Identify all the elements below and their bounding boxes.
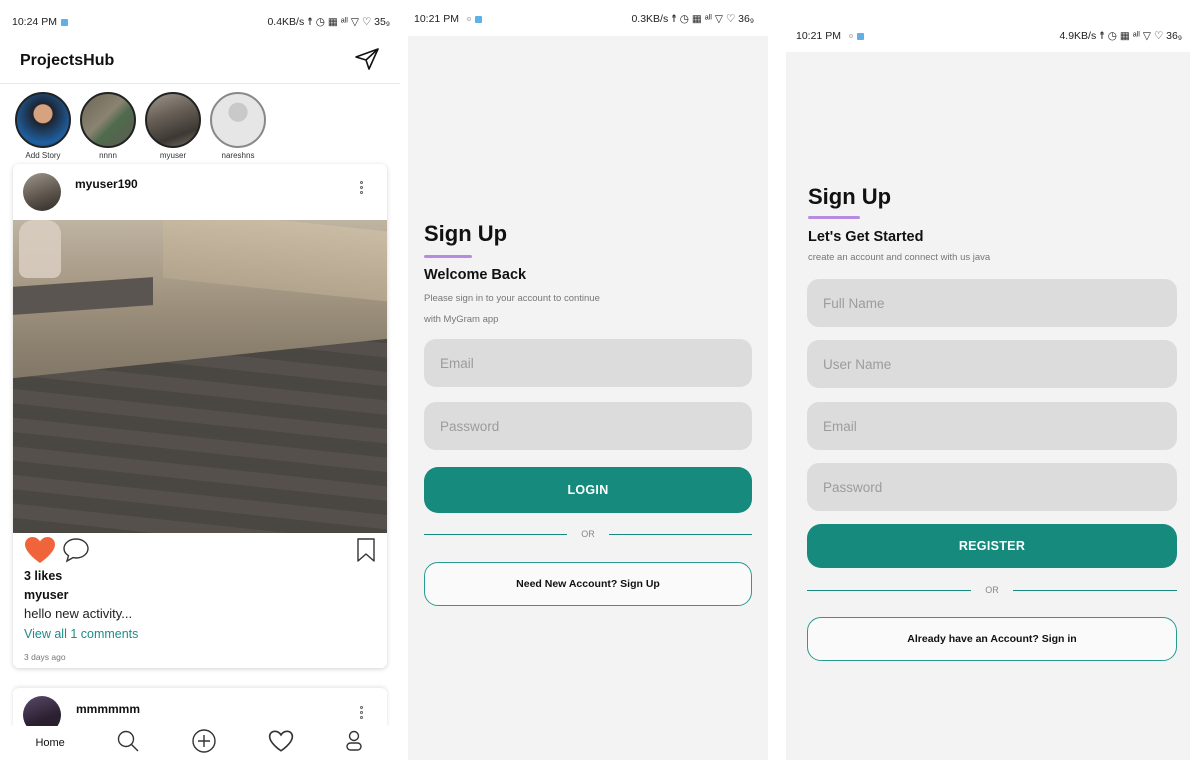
avatar[interactable] bbox=[23, 696, 61, 728]
avatar[interactable] bbox=[23, 173, 61, 211]
profile-icon[interactable] bbox=[344, 729, 364, 758]
story-item[interactable]: nnnn bbox=[79, 92, 137, 160]
avatar bbox=[210, 92, 266, 148]
title-underline bbox=[424, 255, 472, 258]
stories-row: Add Story nnnn myuser nareshns bbox=[14, 92, 267, 160]
post-header: myuser190 bbox=[13, 164, 387, 220]
caption-text: hello new activity... bbox=[24, 606, 133, 621]
password-field[interactable]: Password bbox=[807, 463, 1177, 511]
post-image[interactable] bbox=[13, 220, 387, 533]
status-time: 10:21 PM bbox=[414, 13, 482, 25]
story-label: nareshns bbox=[221, 151, 255, 160]
search-icon[interactable] bbox=[116, 729, 140, 758]
bookmark-icon[interactable] bbox=[356, 537, 376, 568]
story-label: myuser bbox=[159, 151, 187, 160]
or-divider: OR bbox=[807, 583, 1177, 597]
welcome-heading: Welcome Back bbox=[424, 267, 527, 283]
or-divider: OR bbox=[424, 527, 752, 541]
avatar bbox=[15, 92, 71, 148]
comment-icon[interactable] bbox=[62, 537, 90, 568]
app-header: ProjectsHub bbox=[20, 44, 380, 78]
get-started-heading: Let's Get Started bbox=[808, 229, 924, 245]
login-screen: 10:21 PM 0.3KB/s ☨ ◷ ▦ ᵃˡˡ ▽ ♡ 36₉ Sign … bbox=[408, 0, 768, 760]
story-item[interactable]: nareshns bbox=[209, 92, 267, 160]
story-add[interactable]: Add Story bbox=[14, 92, 72, 160]
favorite-icon[interactable] bbox=[268, 729, 294, 758]
email-field[interactable]: Email bbox=[424, 339, 752, 387]
get-started-description: create an account and connect with us ja… bbox=[808, 252, 991, 263]
heart-icon[interactable] bbox=[24, 536, 56, 569]
story-label: Add Story bbox=[25, 151, 61, 160]
register-screen: 10:21 PM 4.9KB/s ☨ ◷ ▦ ᵃˡˡ ▽ ♡ 36₉ Sign … bbox=[786, 0, 1190, 760]
status-bar: 10:24 PM 0.4KB/s ☨ ◷ ▦ ᵃˡˡ ▽ ♡ 35₉ bbox=[0, 13, 400, 31]
likes-count[interactable]: 3 likes bbox=[24, 569, 62, 583]
add-icon[interactable] bbox=[191, 728, 217, 759]
avatar bbox=[145, 92, 201, 148]
app-title: ProjectsHub bbox=[20, 52, 115, 69]
post-username[interactable]: mmmmmm bbox=[76, 702, 140, 716]
status-time: 10:21 PM bbox=[796, 30, 864, 42]
status-indicators: 0.4KB/s ☨ ◷ ▦ ᵃˡˡ ▽ ♡ 35₉ bbox=[267, 16, 390, 28]
post-card: myuser190 3 likes myuser hello new activ… bbox=[13, 164, 387, 668]
header-divider bbox=[0, 83, 400, 84]
post-timestamp: 3 days ago bbox=[24, 652, 66, 662]
next-post-card: mmmmmm bbox=[13, 688, 387, 728]
story-label: nnnn bbox=[99, 151, 117, 160]
page-title: Sign Up bbox=[424, 221, 508, 246]
post-actions bbox=[24, 536, 376, 569]
login-button[interactable]: LOGIN bbox=[424, 467, 752, 513]
feed-screen: 10:24 PM 0.4KB/s ☨ ◷ ▦ ᵃˡˡ ▽ ♡ 35₉ Proje… bbox=[0, 0, 400, 760]
send-icon[interactable] bbox=[354, 47, 380, 76]
avatar bbox=[80, 92, 136, 148]
full-name-field[interactable]: Full Name bbox=[807, 279, 1177, 327]
story-item[interactable]: myuser bbox=[144, 92, 202, 160]
password-field[interactable]: Password bbox=[424, 402, 752, 450]
signup-link-button[interactable]: Need New Account? Sign Up bbox=[424, 562, 752, 606]
bottom-nav: Home bbox=[0, 726, 400, 760]
status-bar: 10:21 PM 4.9KB/s ☨ ◷ ▦ ᵃˡˡ ▽ ♡ 36₉ bbox=[786, 27, 1190, 45]
email-field[interactable]: Email bbox=[807, 402, 1177, 450]
kebab-icon[interactable] bbox=[357, 706, 365, 719]
post-username[interactable]: myuser190 bbox=[75, 177, 138, 191]
status-indicators: 4.9KB/s ☨ ◷ ▦ ᵃˡˡ ▽ ♡ 36₉ bbox=[1059, 30, 1182, 42]
status-indicators: 0.3KB/s ☨ ◷ ▦ ᵃˡˡ ▽ ♡ 36₉ bbox=[631, 13, 754, 25]
title-underline bbox=[808, 216, 860, 219]
page-title: Sign Up bbox=[808, 184, 892, 209]
nav-home[interactable]: Home bbox=[35, 737, 64, 749]
caption-username[interactable]: myuser bbox=[24, 588, 68, 602]
view-comments-link[interactable]: View all 1 comments bbox=[24, 627, 138, 641]
welcome-description: Please sign in to your account to contin… bbox=[424, 293, 600, 325]
status-bar: 10:21 PM 0.3KB/s ☨ ◷ ▦ ᵃˡˡ ▽ ♡ 36₉ bbox=[408, 10, 768, 28]
signin-link-button[interactable]: Already have an Account? Sign in bbox=[807, 617, 1177, 661]
status-time: 10:24 PM bbox=[12, 16, 68, 28]
kebab-icon[interactable] bbox=[357, 181, 365, 194]
register-button[interactable]: REGISTER bbox=[807, 524, 1177, 568]
username-field[interactable]: User Name bbox=[807, 340, 1177, 388]
